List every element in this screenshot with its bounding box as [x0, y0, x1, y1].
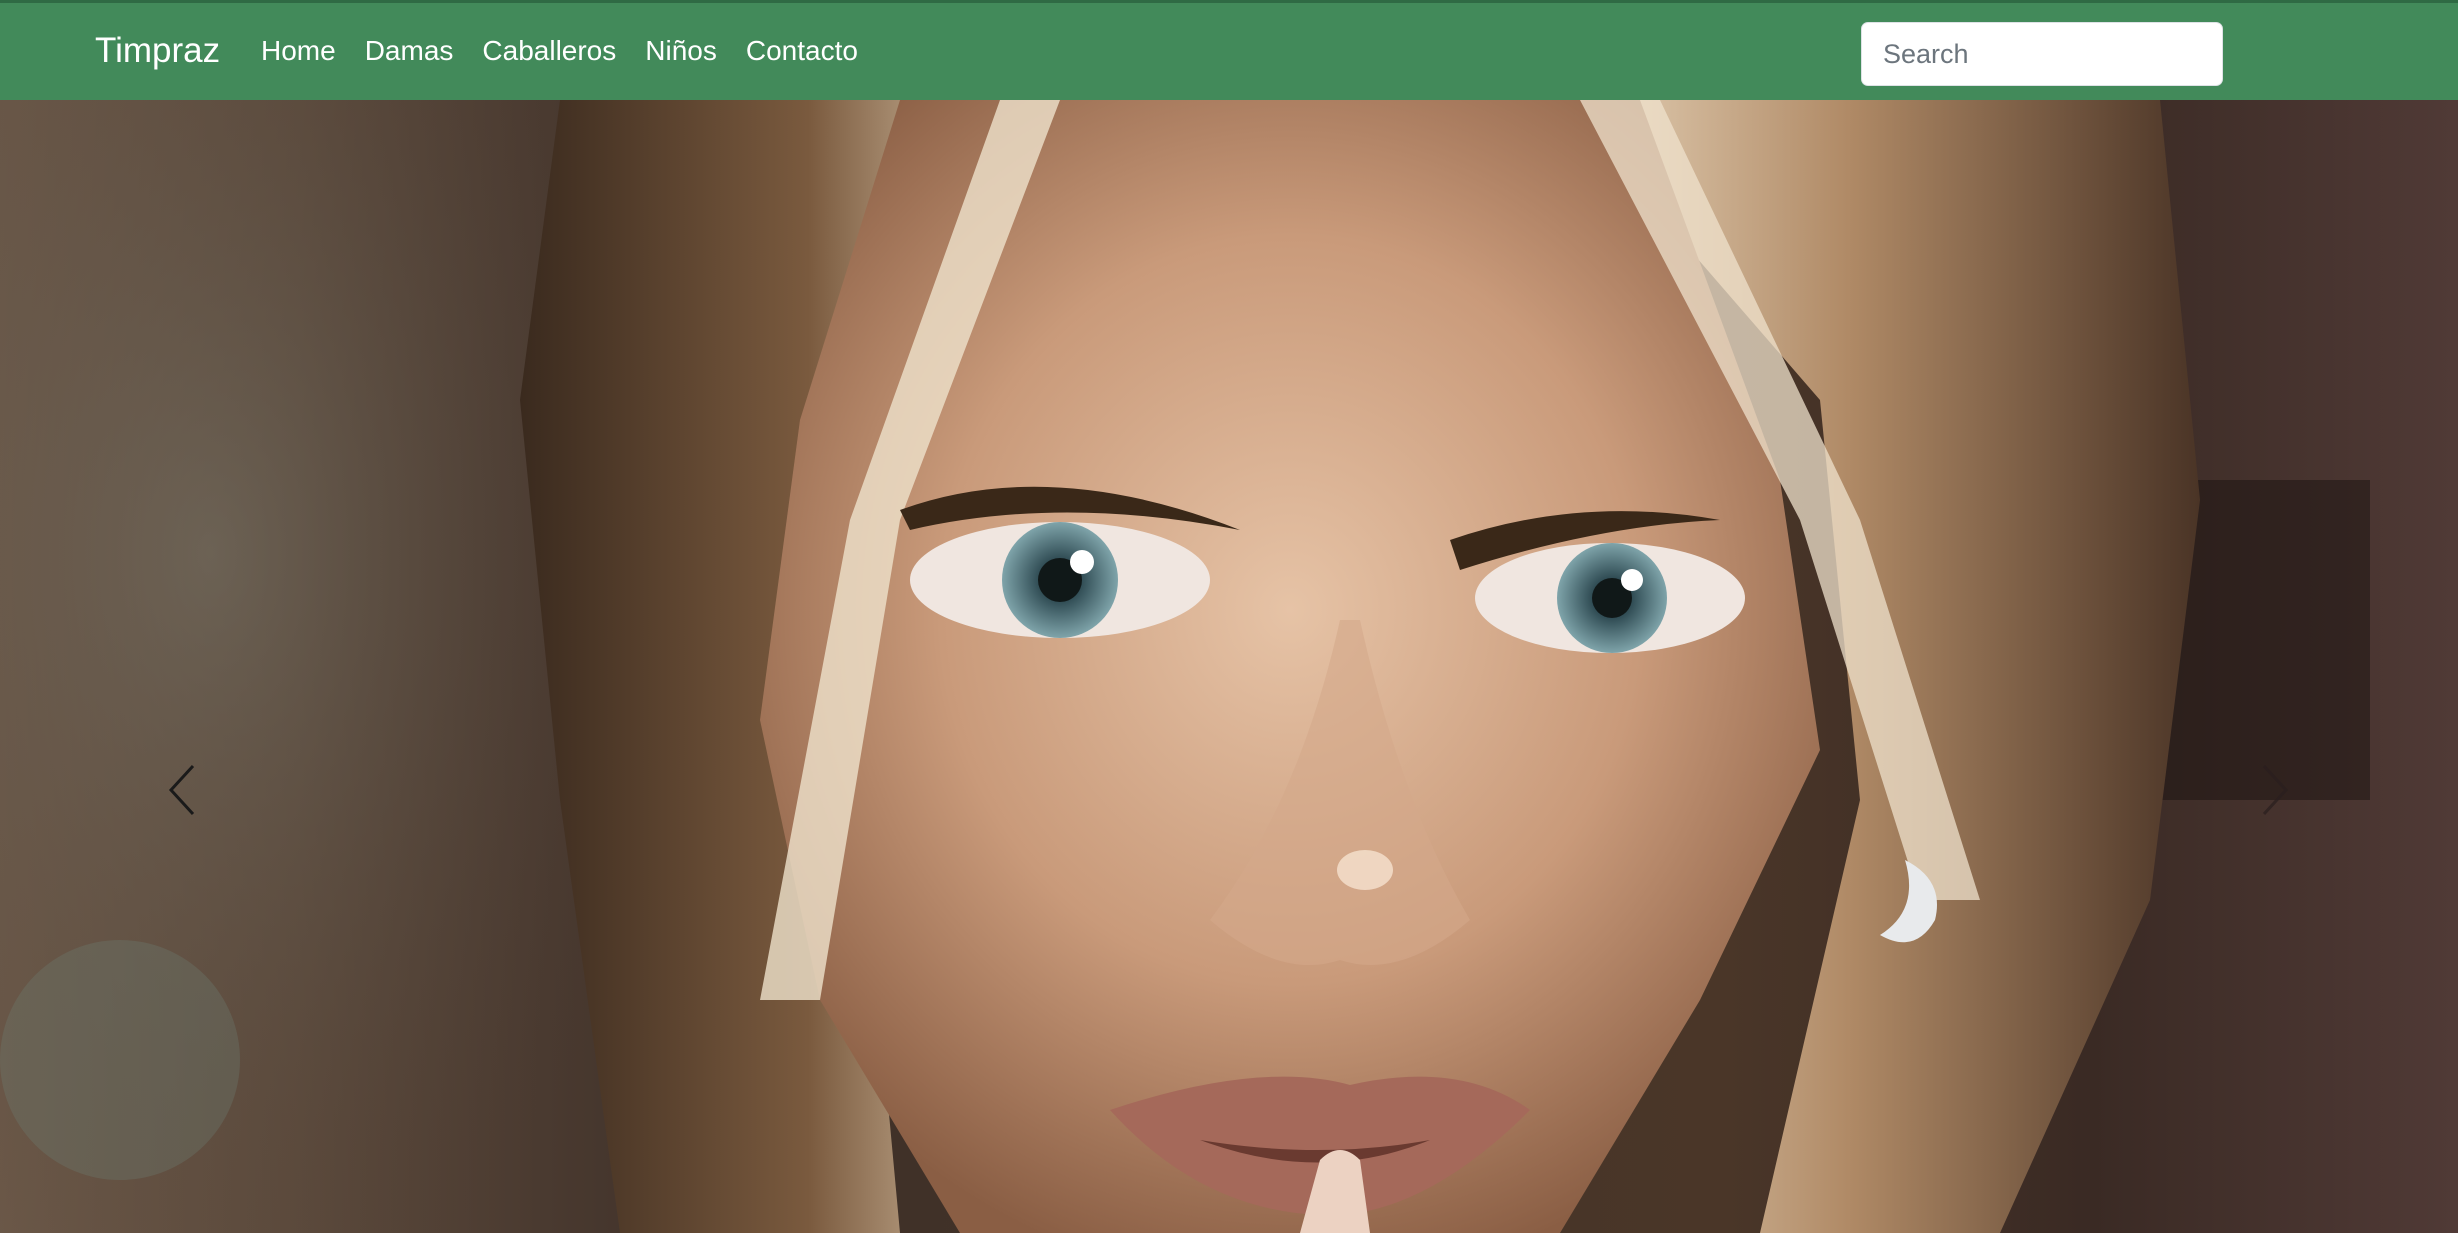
carousel-next-button[interactable]	[2230, 740, 2320, 840]
hero-carousel	[0, 100, 2458, 1233]
nav-links: Home Damas Caballeros Niños Contacto	[261, 32, 858, 70]
chevron-right-icon	[2262, 764, 2289, 816]
nav-item-caballeros: Caballeros	[482, 32, 616, 70]
carousel-prev-button[interactable]	[137, 740, 227, 840]
brand-logo-link[interactable]: Timpraz	[95, 29, 220, 73]
hero-portrait-image	[0, 100, 2370, 1233]
nav-link-caballeros[interactable]: Caballeros	[482, 35, 616, 66]
nav-link-damas[interactable]: Damas	[365, 35, 454, 66]
nav-link-ninos[interactable]: Niños	[645, 35, 717, 66]
nav-link-home[interactable]: Home	[261, 35, 336, 66]
nav-item-home: Home	[261, 32, 336, 70]
top-navbar: Timpraz Home Damas Caballeros Niños Cont…	[0, 0, 2458, 100]
chevron-left-icon	[168, 764, 195, 816]
nav-item-contacto: Contacto	[746, 32, 858, 70]
search-input[interactable]	[1861, 22, 2223, 86]
nav-link-contacto[interactable]: Contacto	[746, 35, 858, 66]
nav-item-ninos: Niños	[645, 32, 717, 70]
nav-item-damas: Damas	[365, 32, 454, 70]
